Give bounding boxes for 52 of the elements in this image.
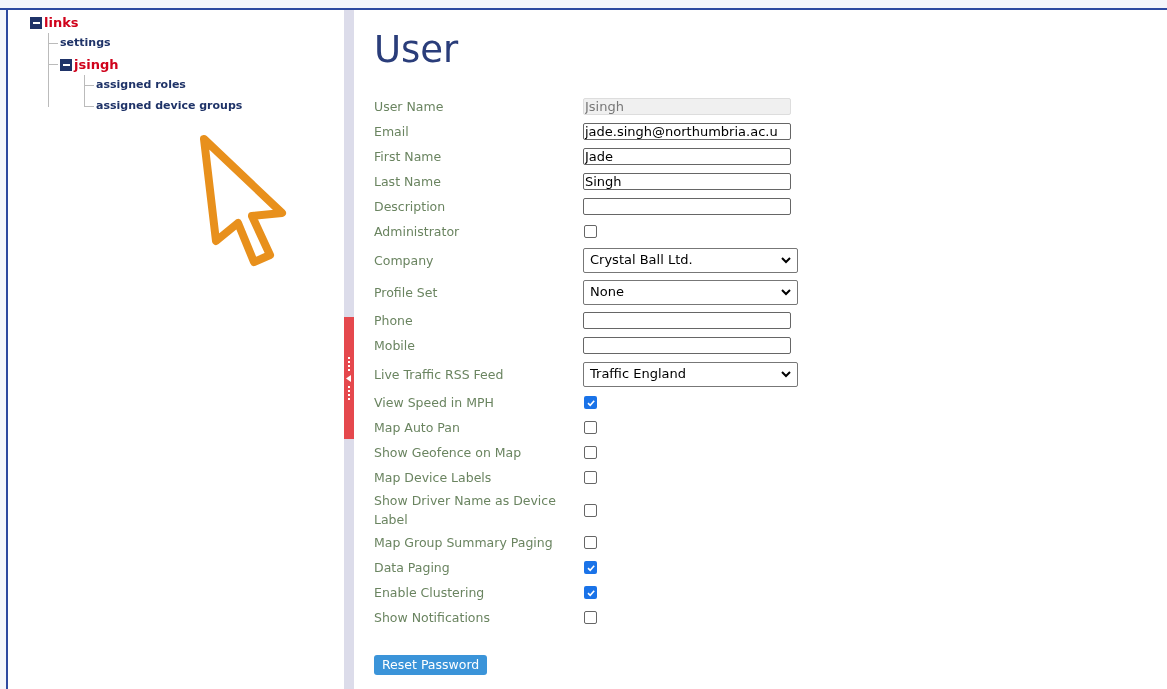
field-label: Mobile bbox=[374, 337, 416, 355]
checkbox[interactable] bbox=[584, 611, 597, 624]
dropdown[interactable]: Traffic England bbox=[583, 361, 798, 387]
text-field[interactable] bbox=[583, 337, 791, 354]
text-field[interactable]: Jade bbox=[583, 148, 791, 165]
collapse-icon[interactable] bbox=[30, 16, 42, 29]
field-label: Map Device Labels bbox=[374, 469, 493, 487]
field-label: Phone bbox=[374, 312, 414, 330]
collapse-icon[interactable] bbox=[60, 58, 72, 71]
checkbox[interactable] bbox=[584, 421, 597, 434]
field-label: Show Notifications bbox=[374, 609, 491, 627]
tree-item[interactable]: jsingh bbox=[74, 54, 119, 75]
field-label: Enable Clustering bbox=[374, 584, 486, 602]
field-label: Description bbox=[374, 198, 447, 216]
page-title: User bbox=[374, 28, 460, 72]
field-label: Last Name bbox=[374, 173, 442, 191]
field-label: Map Group Summary Paging bbox=[374, 534, 554, 552]
checkbox[interactable] bbox=[584, 561, 597, 574]
text-field[interactable]: Singh bbox=[583, 173, 791, 190]
field-label: Data Paging bbox=[374, 559, 451, 577]
text-field[interactable] bbox=[583, 312, 791, 329]
splitter-handle[interactable] bbox=[344, 317, 354, 439]
field-label: Email bbox=[374, 123, 410, 141]
text-field[interactable]: jade.singh@northumbria.ac.u bbox=[583, 123, 791, 140]
collapse-arrow-icon bbox=[346, 374, 352, 382]
checkbox[interactable] bbox=[584, 396, 597, 409]
checkbox[interactable] bbox=[584, 446, 597, 459]
checkbox[interactable] bbox=[584, 471, 597, 484]
field-label: Show Geofence on Map bbox=[374, 444, 523, 462]
tree-item[interactable]: links bbox=[44, 12, 79, 33]
dropdown[interactable]: Crystal Ball Ltd. bbox=[583, 247, 798, 273]
checkbox[interactable] bbox=[584, 586, 597, 599]
tree-item[interactable]: assigned roles bbox=[96, 77, 186, 94]
field-label: First Name bbox=[374, 148, 443, 166]
chevron-down-icon bbox=[781, 370, 791, 378]
field-label: View Speed in MPH bbox=[374, 394, 495, 412]
checkbox[interactable] bbox=[584, 225, 597, 238]
chevron-down-icon bbox=[781, 256, 791, 264]
field-label: Profile Set bbox=[374, 283, 439, 302]
tree-item[interactable]: settings bbox=[60, 35, 111, 52]
chevron-down-icon bbox=[781, 288, 791, 296]
field-label: Live Traffic RSS Feed bbox=[374, 365, 505, 384]
dropdown[interactable]: None bbox=[583, 279, 798, 305]
checkbox[interactable] bbox=[584, 503, 597, 517]
field-label: Company bbox=[374, 251, 435, 270]
field-label: User Name bbox=[374, 98, 445, 116]
tree-item[interactable]: assigned device groups bbox=[96, 98, 243, 115]
field-label: Administrator bbox=[374, 223, 461, 241]
field-label: Map Auto Pan bbox=[374, 419, 461, 437]
checkbox[interactable] bbox=[584, 536, 597, 549]
field-label: Show Driver Name as Device Label bbox=[374, 492, 557, 529]
text-field[interactable] bbox=[583, 198, 791, 215]
